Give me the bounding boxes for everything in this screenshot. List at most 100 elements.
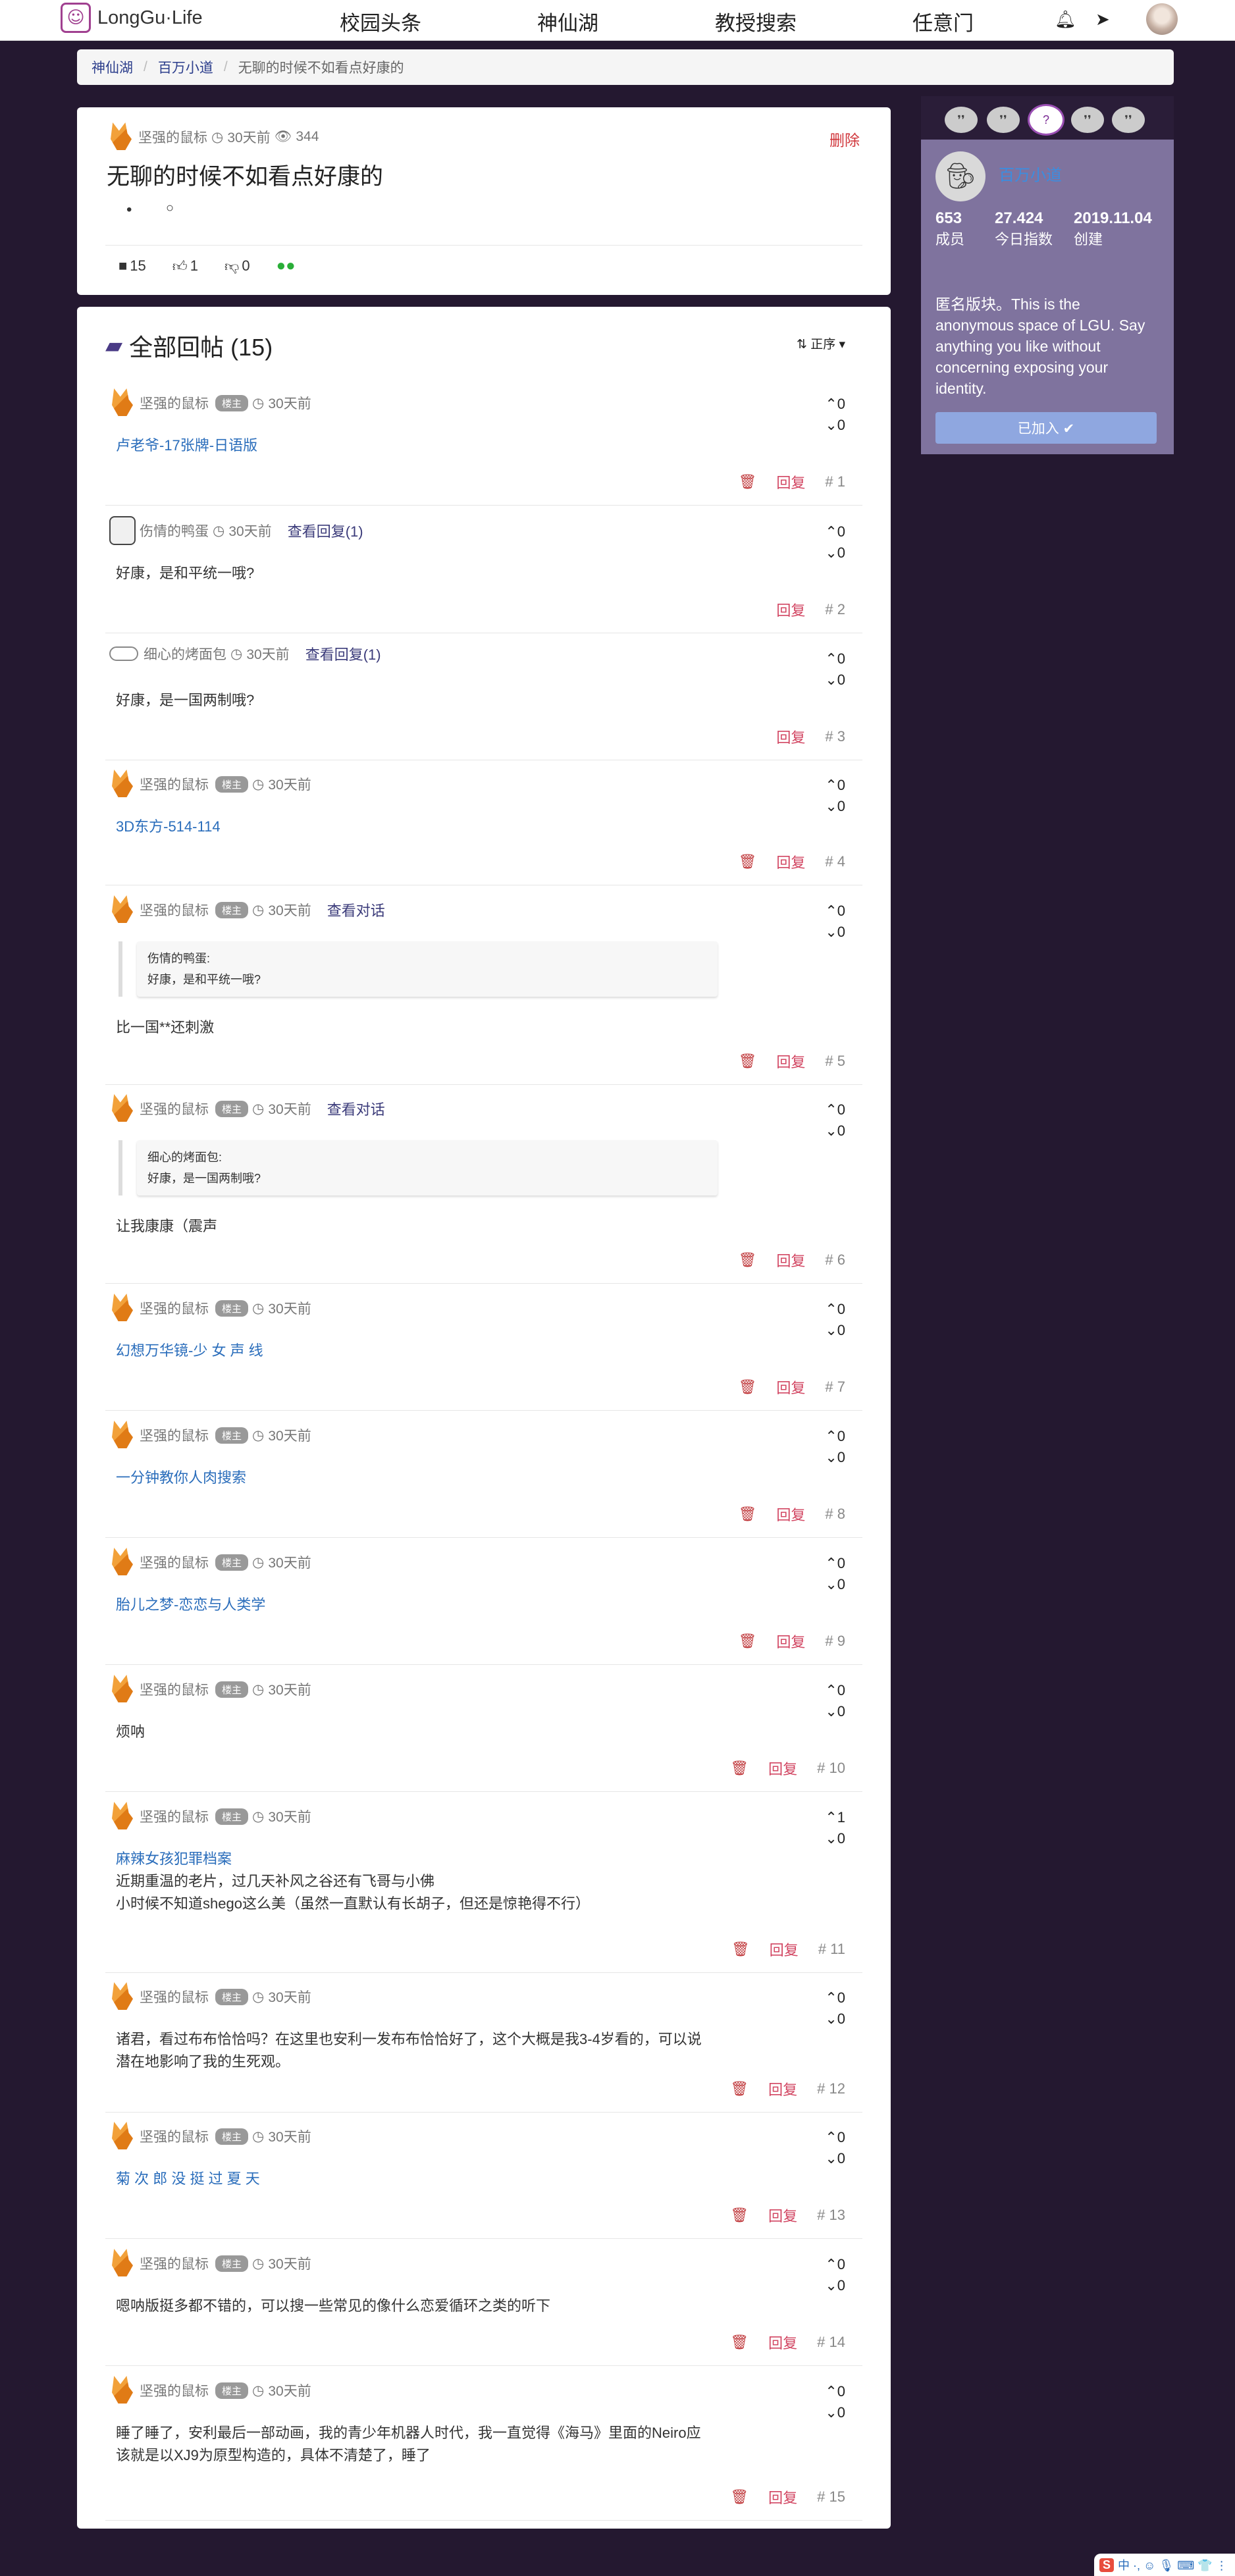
nav-shenxianhu[interactable]: 神仙湖	[537, 7, 598, 36]
breadcrumb-shenxianhu[interactable]: 神仙湖	[92, 57, 133, 77]
upvote-button[interactable]: ⌃0	[825, 901, 845, 922]
media-link[interactable]: 卢老爷-17张牌-日语版	[116, 434, 257, 457]
trash-icon[interactable]: 🗑︎	[738, 1379, 756, 1396]
view-replies-link[interactable]: 查看回复(1)	[288, 520, 363, 541]
trash-icon[interactable]: 🗑︎	[738, 853, 756, 870]
sort-dropdown[interactable]: ⇅ 正序 ▾	[797, 334, 845, 352]
board-name[interactable]: 百万小道	[999, 162, 1062, 185]
reply-button[interactable]: 回复	[776, 599, 805, 620]
downvote-button[interactable]: ⌄0	[825, 1574, 845, 1595]
bell-icon[interactable]: 🔔︎	[1055, 9, 1076, 30]
downvote-button[interactable]: ⌄0	[825, 2009, 845, 2030]
trash-icon[interactable]: 🗑︎	[738, 1633, 756, 1650]
like-button[interactable]: 👍︎ 1	[172, 257, 198, 275]
delete-post-button[interactable]: 删除	[829, 128, 860, 150]
board-bubble-icon-selected[interactable]: ?	[1028, 104, 1064, 136]
view-replies-link[interactable]: 查看回复(1)	[305, 643, 381, 664]
trash-icon[interactable]: 🗑︎	[738, 1506, 756, 1523]
board-bubble-icon[interactable]: ❜❜	[945, 107, 978, 133]
upvote-button[interactable]: ⌃0	[825, 2254, 845, 2275]
upvote-button[interactable]: ⌃0	[825, 2381, 845, 2402]
upvote-button[interactable]: ⌃0	[825, 521, 845, 542]
trash-icon[interactable]: 🗑︎	[731, 1941, 750, 1958]
trash-icon[interactable]: 🗑︎	[730, 2334, 749, 2351]
media-link[interactable]: 胎儿之梦-恋恋与人类学	[116, 1594, 265, 1616]
trash-icon[interactable]: 🗑︎	[730, 1760, 749, 1777]
trash-icon[interactable]: 🗑︎	[738, 1053, 756, 1070]
upvote-count: 0	[837, 1101, 845, 1118]
joined-button[interactable]: 已加入 ✔	[935, 412, 1157, 444]
trash-icon[interactable]: 🗑︎	[738, 473, 756, 490]
send-icon[interactable]: ➤	[1095, 9, 1110, 30]
reply-button[interactable]: 回复	[776, 1051, 805, 1072]
breadcrumb-board[interactable]: 百万小道	[158, 57, 213, 77]
user-avatar[interactable]	[1146, 3, 1178, 35]
board-bubble-icon[interactable]: ❜❜	[1112, 107, 1145, 133]
downvote-button[interactable]: ⌄0	[825, 2275, 845, 2296]
downvote-button[interactable]: ⌄0	[825, 2148, 845, 2169]
trash-icon[interactable]: 🗑︎	[730, 2488, 749, 2506]
vote-box: ⌃0 ⌄0	[825, 521, 845, 564]
upvote-button[interactable]: ⌃1	[825, 1807, 845, 1828]
owner-tag: 楼主	[215, 1427, 249, 1444]
downvote-button[interactable]: ⌄0	[825, 1828, 845, 1849]
reply-time: 30天前	[268, 1301, 311, 1317]
view-conversation-link[interactable]: 查看对话	[327, 899, 385, 920]
members-value: 653	[935, 209, 962, 227]
upvote-button[interactable]: ⌃0	[825, 1299, 845, 1320]
reply-button[interactable]: 回复	[768, 2205, 797, 2226]
downvote-button[interactable]: ⌄0	[825, 1701, 845, 1722]
upvote-button[interactable]: ⌃0	[825, 394, 845, 415]
wechat-share-button[interactable]: ●●	[276, 257, 296, 275]
nav-campus-news[interactable]: 校园头条	[340, 7, 421, 36]
board-bubble-icon[interactable]: ❜❜	[987, 107, 1020, 133]
downvote-button[interactable]: ⌄0	[825, 1320, 845, 1341]
reply-button[interactable]: 回复	[776, 471, 805, 492]
reply-button[interactable]: 回复	[768, 2078, 797, 2099]
reply-button[interactable]: 回复	[776, 851, 805, 872]
downvote-button[interactable]: ⌄0	[825, 670, 845, 691]
downvote-button[interactable]: ⌄0	[825, 542, 845, 564]
upvote-button[interactable]: ⌃0	[825, 2127, 845, 2148]
upvote-button[interactable]: ⌃0	[825, 775, 845, 796]
downvote-button[interactable]: ⌄0	[825, 2402, 845, 2423]
reply-button[interactable]: 回复	[776, 1631, 805, 1652]
downvote-button[interactable]: ⌄0	[825, 796, 845, 817]
trash-icon[interactable]: 🗑︎	[730, 2207, 749, 2224]
reply-button[interactable]: 回复	[768, 1758, 797, 1779]
reply-item: 坚强的鼠标 楼主 ◷ 30天前 ⌃0 ⌄0 嗯呐版挺多都不错的，可以搜一些常见的像什么恋爱循…	[105, 2241, 862, 2366]
upvote-button[interactable]: ⌃0	[825, 1680, 845, 1701]
trash-icon[interactable]: 🗑︎	[738, 1251, 756, 1269]
upvote-button[interactable]: ⌃0	[825, 1099, 845, 1120]
site-logo[interactable]: ☺ LongGu·Life	[61, 3, 203, 33]
upvote-button[interactable]: ⌃0	[825, 1426, 845, 1447]
media-link[interactable]: 一分钟教你人肉搜索	[116, 1467, 246, 1489]
downvote-button[interactable]: ⌄0	[825, 1120, 845, 1142]
upvote-button[interactable]: ⌃0	[825, 648, 845, 670]
dislike-button[interactable]: 👎︎ 0	[224, 257, 250, 275]
media-link[interactable]: 菊 次 郎 没 挺 过 夏 天	[116, 2168, 260, 2190]
comment-button[interactable]: ■ 15	[118, 257, 146, 275]
downvote-button[interactable]: ⌄0	[825, 1447, 845, 1468]
ime-toolbar[interactable]: S 中 ·, ☺ 🎙 ⌨ 👕 ⋮	[1094, 2554, 1235, 2576]
downvote-button[interactable]: ⌄0	[825, 922, 845, 943]
trash-icon[interactable]: 🗑︎	[730, 2080, 749, 2097]
media-link[interactable]: 幻想万华镜-少 女 声 线	[116, 1340, 263, 1362]
upvote-button[interactable]: ⌃0	[825, 1987, 845, 2009]
reply-button[interactable]: 回复	[776, 1377, 805, 1398]
reply-button[interactable]: 回复	[768, 2332, 797, 2353]
reply-button[interactable]: 回复	[776, 1249, 805, 1271]
nav-anywhere-door[interactable]: 任意门	[912, 7, 974, 36]
nav-professor-search[interactable]: 教授搜索	[715, 7, 797, 36]
board-bubble-icon[interactable]: ❜❜	[1071, 107, 1104, 133]
upvote-button[interactable]: ⌃0	[825, 1553, 845, 1574]
reply-button[interactable]: 回复	[768, 2486, 797, 2508]
downvote-button[interactable]: ⌄0	[825, 415, 845, 436]
media-link[interactable]: 麻辣女孩犯罪档案	[116, 1848, 590, 1870]
reply-button[interactable]: 回复	[776, 1504, 805, 1525]
media-link[interactable]: 3D东方-514-114	[116, 816, 221, 838]
reply-button[interactable]: 回复	[770, 1939, 799, 1960]
view-conversation-link[interactable]: 查看对话	[327, 1098, 385, 1119]
reply-button[interactable]: 回复	[776, 726, 805, 747]
reply-meta: 坚强的鼠标 楼主 ◷ 30天前	[109, 1421, 311, 1450]
